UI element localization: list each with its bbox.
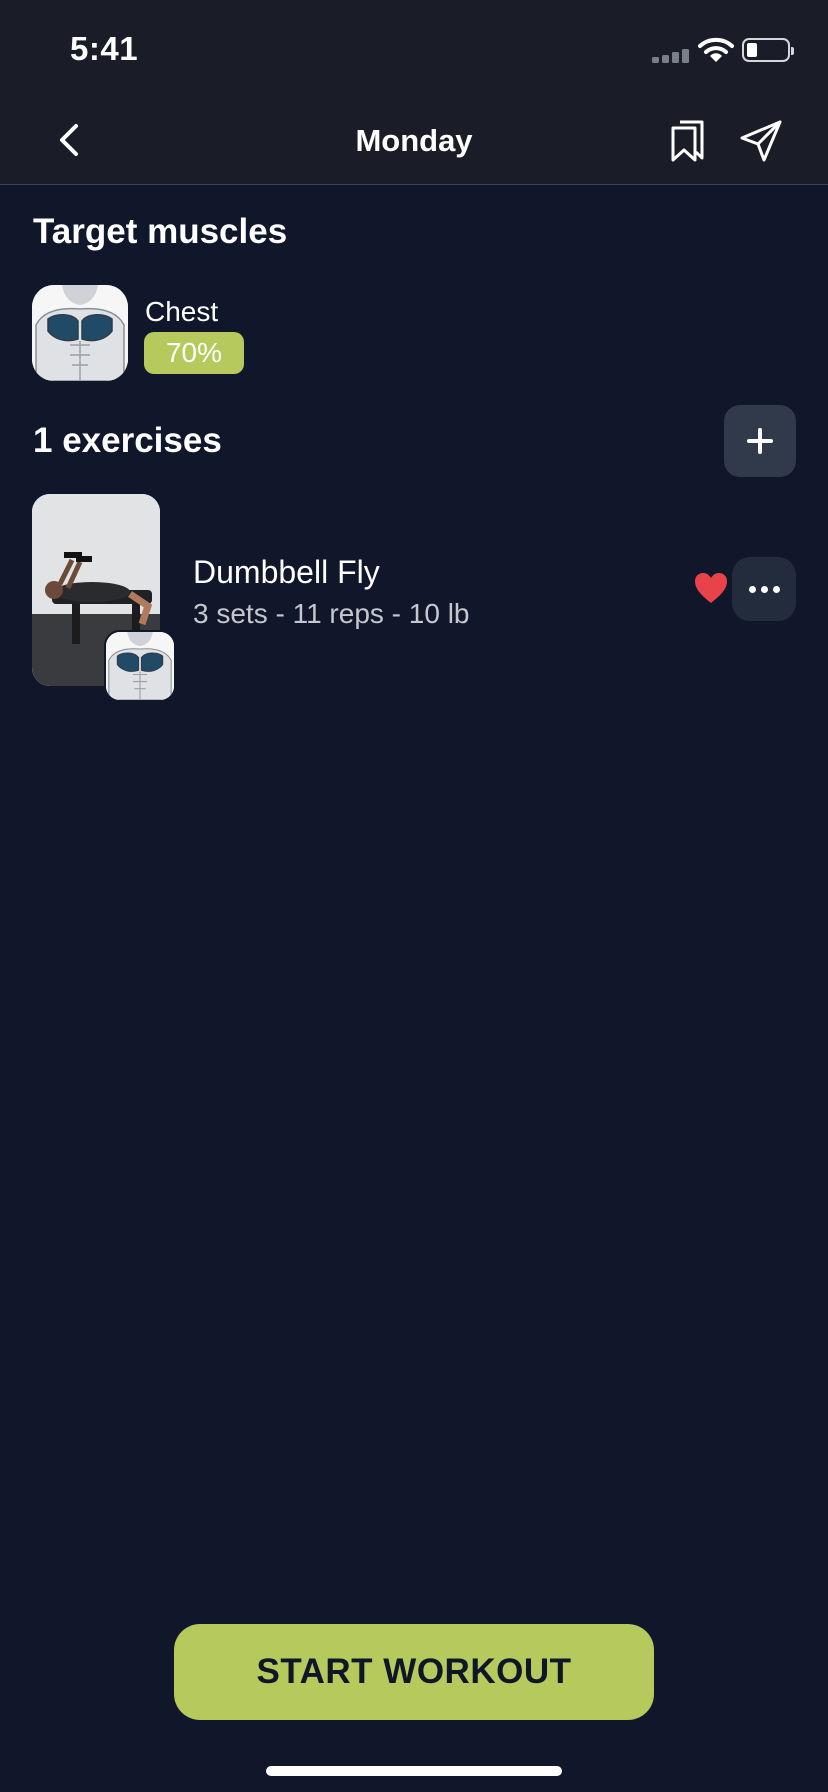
exercise-name[interactable]: Dumbbell Fly <box>193 554 380 591</box>
cellular-signal-icon <box>652 49 690 63</box>
wifi-icon <box>698 37 734 62</box>
ellipsis-icon <box>749 586 756 593</box>
target-muscle-name: Chest <box>145 296 219 327</box>
target-muscles-heading: Target muscles <box>33 212 288 251</box>
exercise-details: 3 sets - 11 reps - 10 lb <box>193 598 470 629</box>
exercise-muscle-thumbnail <box>104 630 176 702</box>
top-bar: 5:41 Monday <box>0 0 828 185</box>
workout-day-screen: 5:41 Monday Target muscles Chest 70% 1 e… <box>0 0 828 1792</box>
battery-icon <box>742 38 794 62</box>
home-indicator[interactable] <box>266 1766 562 1776</box>
bookmarks-icon[interactable] <box>668 118 708 164</box>
favorite-heart-icon[interactable] <box>693 571 729 605</box>
exercises-count-heading: 1 exercises <box>33 421 222 460</box>
target-muscle-percent-badge: 70% <box>144 332 244 374</box>
share-send-icon[interactable] <box>738 118 784 164</box>
status-time: 5:41 <box>70 30 139 67</box>
chest-muscle-thumbnail <box>32 285 128 381</box>
exercise-more-options-button[interactable] <box>732 557 796 621</box>
start-workout-button[interactable]: START WORKOUT <box>174 1624 654 1720</box>
add-exercise-button[interactable] <box>724 405 796 477</box>
